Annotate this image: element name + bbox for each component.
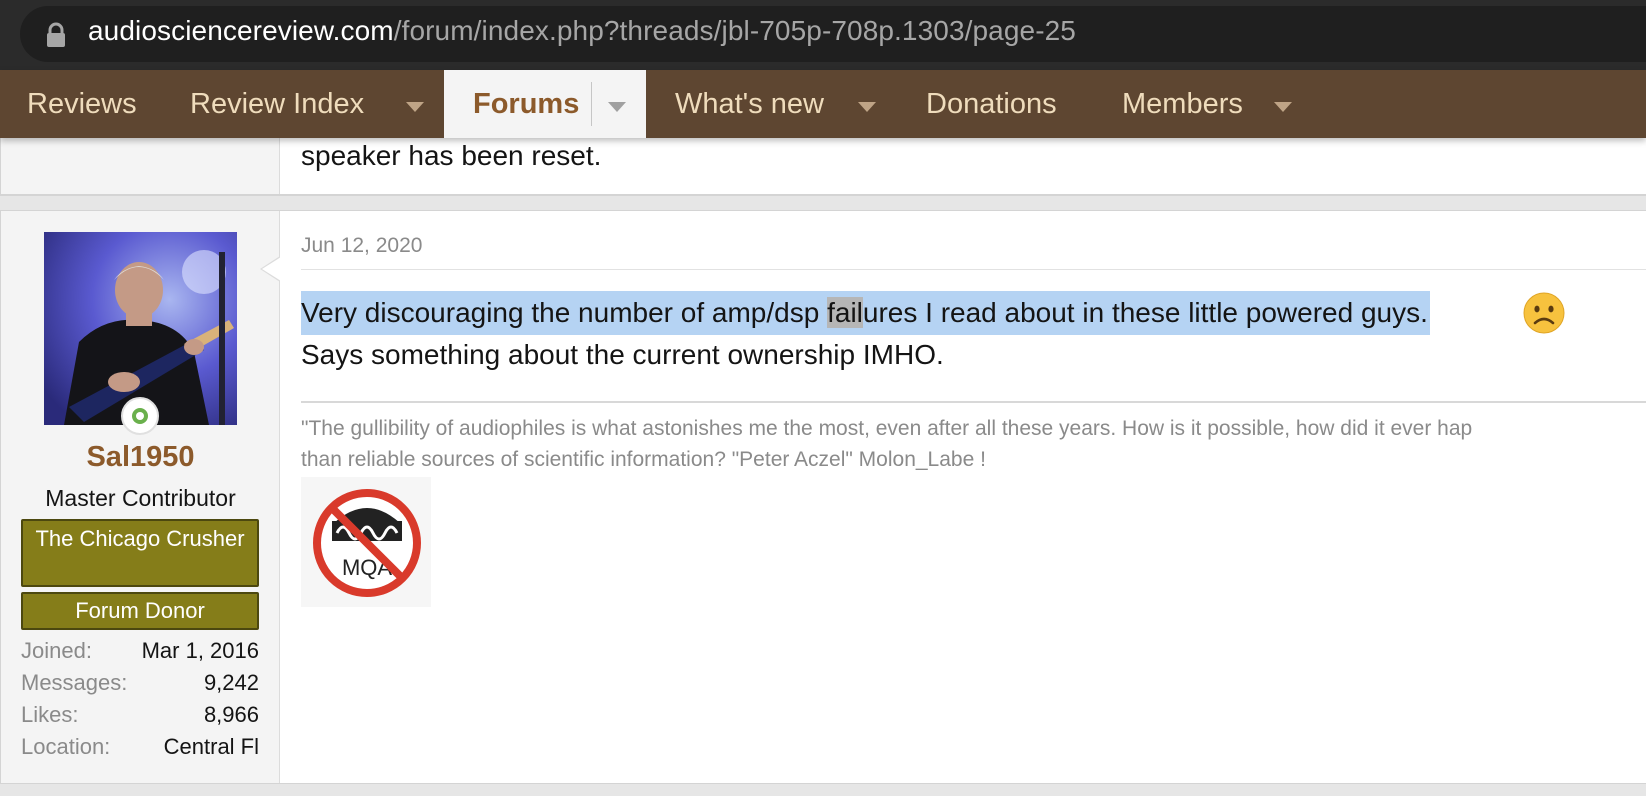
- stat-joined: Joined: Mar 1, 2016: [21, 635, 259, 667]
- site-nav: Reviews Review Index Forums What's new D…: [0, 70, 1646, 138]
- previous-post-sidebar: [1, 138, 280, 194]
- signature-line-1: "The gullibility of audiophiles is what …: [301, 417, 1473, 440]
- nav-forums-label: Forums: [473, 87, 580, 120]
- nav-whats-new[interactable]: What's new: [675, 70, 824, 138]
- divider: [301, 269, 1646, 270]
- nav-members-label: Members: [1122, 87, 1243, 120]
- chevron-down-icon[interactable]: [608, 102, 626, 112]
- selected-text: Very discouraging the number of amp/dsp …: [301, 291, 1430, 335]
- stat-label: Likes:: [21, 702, 79, 727]
- signature-text: "The gullibility of audiophiles is what …: [301, 413, 1472, 475]
- nav-whats-new-label: What's new: [675, 87, 824, 120]
- user-stats: Joined: Mar 1, 2016 Messages: 9,242 Like…: [21, 635, 259, 763]
- forum-post: Sal1950 Master Contributor The Chicago C…: [0, 210, 1646, 784]
- signature-line-2: than reliable sources of scientific info…: [301, 448, 986, 471]
- previous-post: speaker has been reset.: [0, 138, 1646, 196]
- nav-review-index-label: Review Index: [190, 87, 365, 120]
- user-title: Master Contributor: [45, 485, 236, 511]
- chevron-down-icon[interactable]: [1274, 102, 1292, 112]
- user-info-sidebar: Sal1950 Master Contributor The Chicago C…: [1, 211, 280, 783]
- browser-toolbar: audiosciencereview.com/forum/index.php?t…: [0, 0, 1646, 70]
- stat-label: Joined:: [21, 638, 92, 663]
- nav-forums-divider: [591, 82, 592, 126]
- stat-label: Location:: [21, 734, 111, 759]
- post-date[interactable]: Jun 12, 2020: [301, 234, 422, 258]
- frowning-face-icon: [1523, 292, 1565, 334]
- lock-icon: [47, 22, 65, 47]
- post-body-line-1: Very discouraging the number of amp/dsp …: [301, 291, 1565, 335]
- stat-value: 8,966: [203, 702, 259, 727]
- nav-members[interactable]: Members: [1122, 70, 1243, 138]
- stat-messages: Messages: 9,242: [21, 667, 259, 699]
- online-status-icon: [121, 397, 159, 435]
- nav-donations-label: Donations: [926, 87, 1057, 120]
- no-mqa-icon: MQA: [301, 477, 431, 607]
- highlighted-text: fail: [827, 297, 863, 328]
- stat-likes: Likes: 8,966: [21, 699, 259, 731]
- chevron-down-icon[interactable]: [406, 102, 424, 112]
- previous-post-text: speaker has been reset.: [301, 140, 602, 171]
- nav-reviews-label: Reviews: [27, 87, 137, 120]
- user-banner-chicago-crusher: The Chicago Crusher: [21, 519, 259, 587]
- nav-review-index[interactable]: Review Index: [190, 70, 364, 138]
- selected-text-end: ures I read about in these little powere…: [862, 297, 1428, 328]
- stat-value[interactable]: 9,242: [204, 670, 259, 696]
- post-body-line-2: Says something about the current ownersh…: [301, 339, 944, 370]
- username[interactable]: Sal1950: [1, 441, 280, 474]
- stat-label: Messages:: [21, 670, 128, 695]
- url-path: /forum/index.php?threads/jbl-705p-708p.1…: [393, 15, 1076, 46]
- url-text[interactable]: audiosciencereview.com/forum/index.php?t…: [88, 15, 1076, 47]
- post-pointer-inner: [262, 257, 281, 281]
- stat-value: Mar 1, 2016: [141, 638, 259, 663]
- selected-text-start: Very discouraging the number of amp/dsp: [301, 297, 828, 328]
- url-domain: audiosciencereview.com: [88, 15, 394, 46]
- user-banner-forum-donor: Forum Donor: [21, 592, 259, 630]
- nav-donations[interactable]: Donations: [926, 70, 1057, 138]
- nav-reviews[interactable]: Reviews: [27, 70, 137, 138]
- chevron-down-icon[interactable]: [858, 102, 876, 112]
- stat-location: Location: Central Fl: [21, 731, 259, 763]
- signature-divider: [301, 401, 1646, 403]
- stat-value[interactable]: Central Fl: [164, 734, 259, 760]
